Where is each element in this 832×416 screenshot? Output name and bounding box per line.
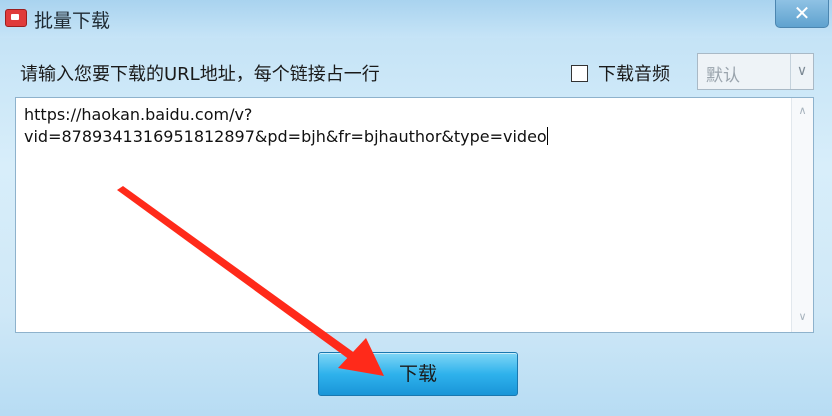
close-button[interactable]: ✕ — [775, 0, 829, 28]
url-text[interactable]: https://haokan.baidu.com/v? vid=87893413… — [24, 104, 774, 148]
app-video-icon — [5, 9, 27, 27]
url-textarea[interactable]: https://haokan.baidu.com/v? vid=87893413… — [15, 97, 814, 333]
scroll-down-icon[interactable]: ∨ — [792, 308, 813, 326]
download-audio-option[interactable]: 下载音频 — [571, 61, 670, 85]
download-audio-checkbox[interactable] — [571, 64, 588, 82]
text-caret — [546, 127, 548, 145]
chevron-down-icon[interactable]: ∨ — [790, 54, 813, 89]
download-button[interactable]: 下载 — [318, 352, 518, 396]
url-text-content: https://haokan.baidu.com/v? vid=87893413… — [24, 105, 547, 146]
window-title: 批量下载 — [34, 10, 111, 32]
textarea-scrollbar[interactable]: ∧ ∨ — [791, 98, 813, 332]
download-audio-label[interactable]: 下载音频 — [598, 60, 670, 86]
title-bar: 批量下载 ✕ — [0, 0, 832, 38]
quality-select[interactable]: 默认 ∨ — [697, 53, 814, 90]
scroll-up-icon[interactable]: ∧ — [792, 102, 813, 120]
quality-select-value: 默认 — [706, 66, 740, 86]
instruction-label: 请输入您要下载的URL地址，每个链接占一行 — [20, 64, 380, 85]
